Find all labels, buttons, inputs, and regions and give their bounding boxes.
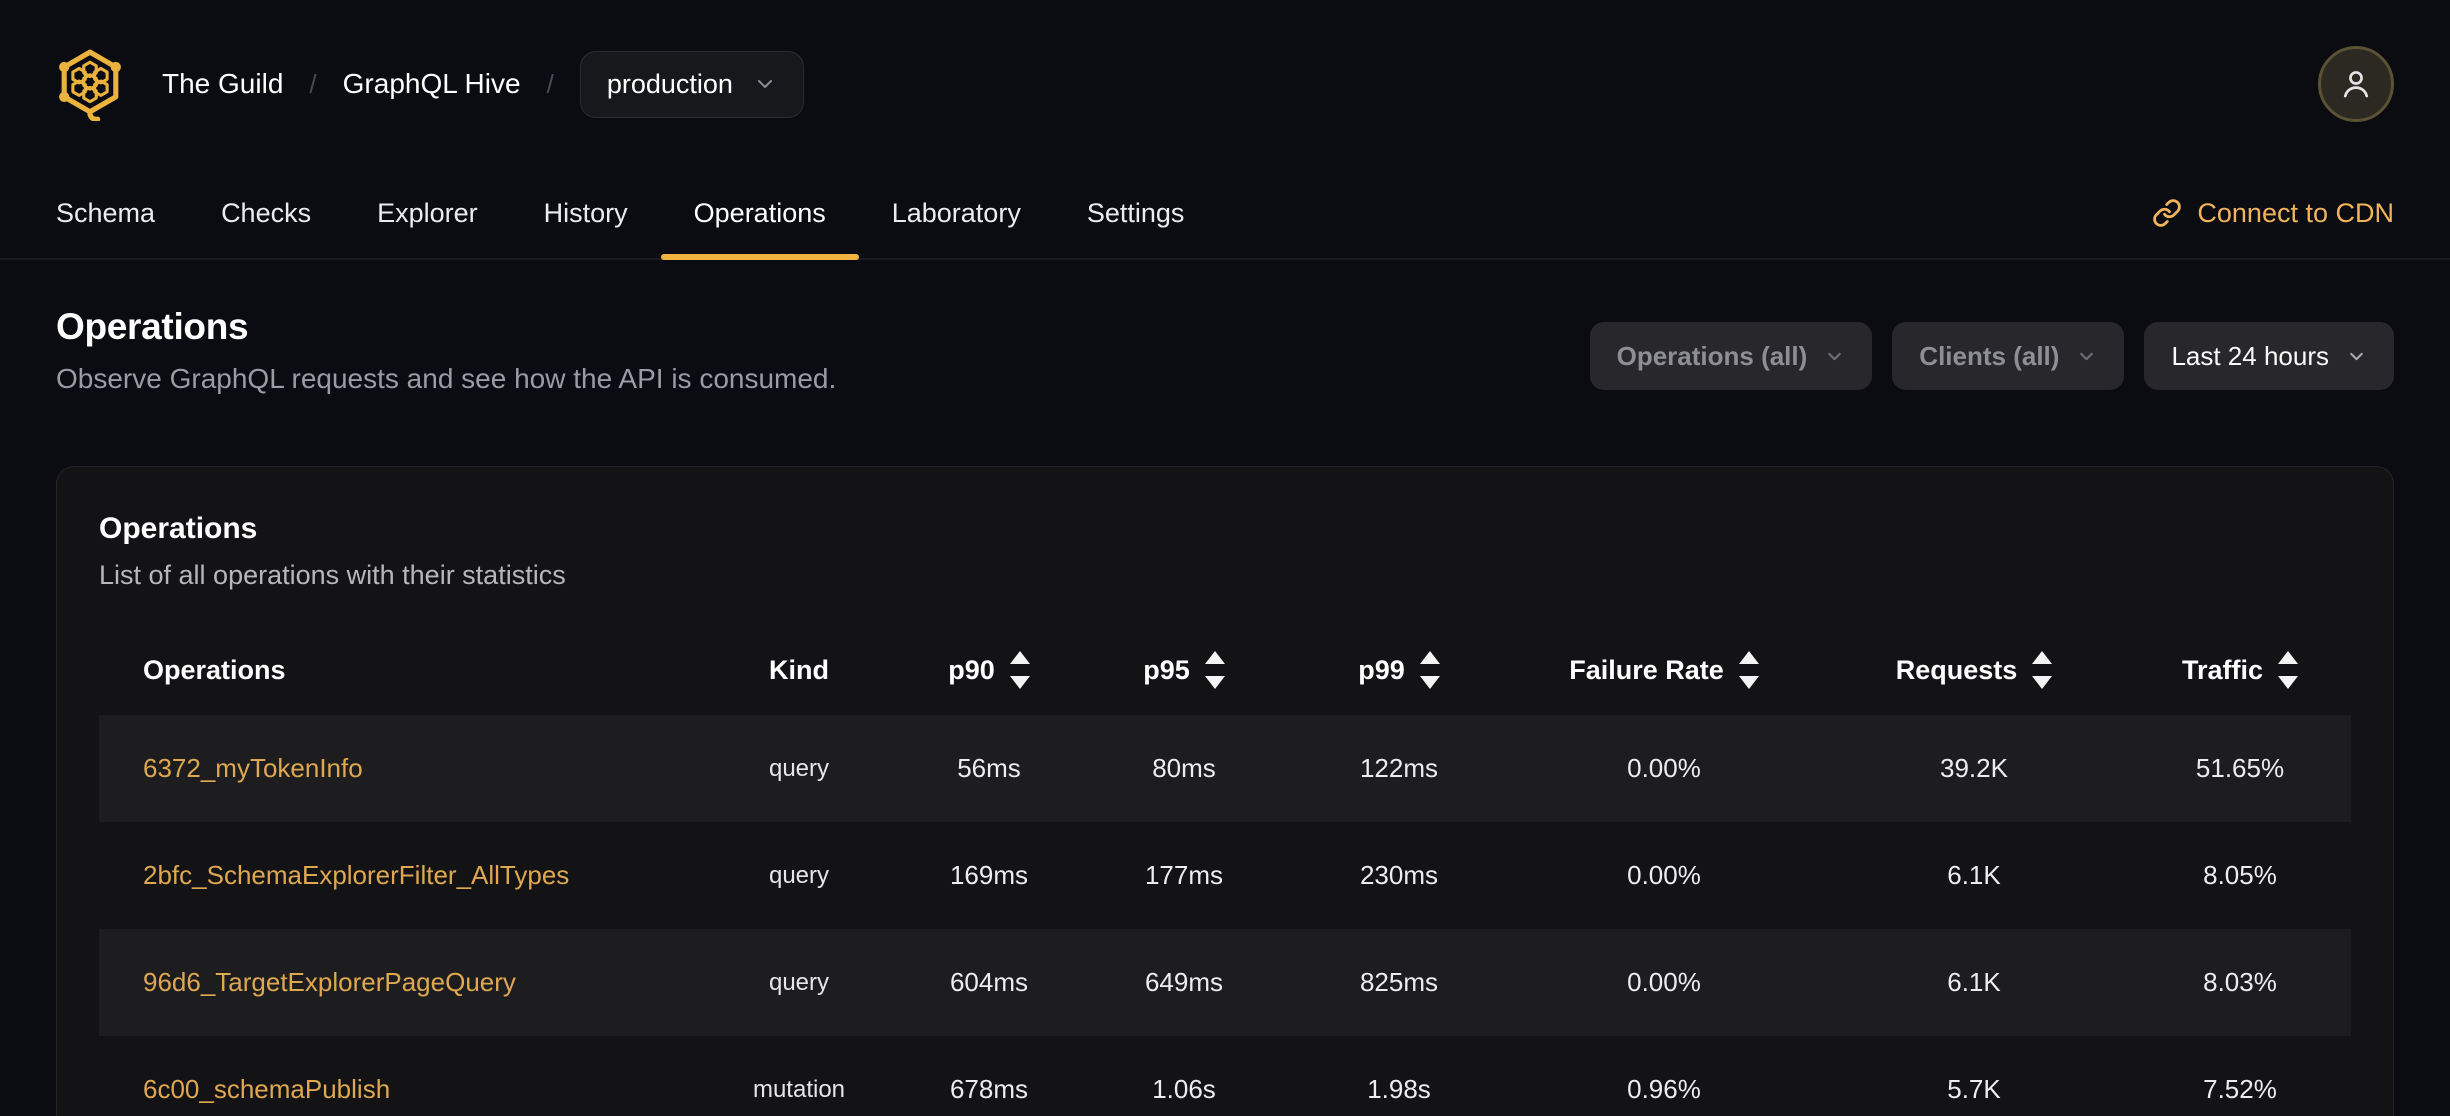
column-header-kind: Kind: [769, 654, 829, 685]
sort-arrows-icon[interactable]: [1738, 651, 1759, 689]
chevron-down-icon: [2076, 346, 2097, 367]
target-selector-value: production: [606, 68, 733, 99]
chevron-down-icon: [1824, 346, 1845, 367]
breadcrumb-separator: /: [546, 68, 554, 99]
date-range-label: Last 24 hours: [2171, 340, 2329, 371]
p95-cell: 649ms: [1144, 967, 1224, 997]
requests-cell: 6.1K: [1947, 967, 2001, 997]
failure-rate-cell: 0.00%: [1627, 967, 1701, 997]
kind-cell: query: [768, 861, 830, 889]
traffic-cell: 51.65%: [2195, 753, 2285, 783]
sort-arrows-icon[interactable]: [1009, 651, 1030, 689]
hive-logo-icon[interactable]: [56, 47, 124, 121]
table-header-row: Operations Kind p90 p95 p99 Failure Rate…: [99, 625, 2351, 715]
operations-card: Operations List of all operations with t…: [56, 466, 2394, 1116]
tab-operations[interactable]: Operations: [660, 168, 859, 260]
date-range-dropdown[interactable]: Last 24 hours: [2144, 322, 2394, 390]
kind-cell: query: [768, 754, 830, 782]
p95-cell: 177ms: [1144, 860, 1224, 890]
sort-arrows-icon[interactable]: [2278, 651, 2299, 689]
card-subtitle: List of all operations with their statis…: [99, 560, 566, 590]
link-icon: [2152, 198, 2182, 228]
requests-cell: 39.2K: [1940, 753, 2008, 783]
operation-link[interactable]: 96d6_TargetExplorerPageQuery: [143, 967, 516, 997]
clients-filter-label: Clients (all): [1919, 340, 2060, 371]
p90-cell: 678ms: [949, 1074, 1029, 1104]
kind-cell: mutation: [752, 1075, 846, 1103]
column-header-requests[interactable]: Requests: [1819, 625, 2129, 715]
column-header-p99[interactable]: p99: [1289, 625, 1509, 715]
column-header-operations: Operations: [143, 654, 286, 685]
tab-explorer[interactable]: Explorer: [344, 168, 511, 258]
table-row: 6372_myTokenInfo query 56ms 80ms 122ms 0…: [99, 715, 2351, 822]
column-header-traffic[interactable]: Traffic: [2129, 625, 2351, 715]
p90-cell: 604ms: [949, 967, 1029, 997]
page-subtitle: Observe GraphQL requests and see how the…: [56, 363, 837, 394]
operation-link[interactable]: 2bfc_SchemaExplorerFilter_AllTypes: [143, 860, 569, 890]
operations-table-body: 6372_myTokenInfo query 56ms 80ms 122ms 0…: [99, 715, 2351, 1116]
tab-laboratory[interactable]: Laboratory: [859, 168, 1054, 258]
sort-arrows-icon[interactable]: [1419, 651, 1440, 689]
table-row: 96d6_TargetExplorerPageQuery query 604ms…: [99, 929, 2351, 1036]
top-bar: The Guild / GraphQL Hive / production: [0, 0, 2450, 168]
failure-rate-cell: 0.96%: [1627, 1074, 1701, 1104]
filters-toolbar: Operations (all) Clients (all) Last 24 h…: [1589, 322, 2394, 390]
traffic-cell: 8.03%: [2203, 967, 2277, 997]
user-icon: [2337, 65, 2375, 103]
sort-arrows-icon[interactable]: [2032, 651, 2053, 689]
p95-cell: 1.06s: [1152, 1074, 1216, 1104]
breadcrumb: The Guild / GraphQL Hive / production: [162, 50, 804, 118]
tab-checks[interactable]: Checks: [188, 168, 344, 258]
sort-arrows-icon[interactable]: [1204, 651, 1225, 689]
page-heading-text: Operations Observe GraphQL requests and …: [56, 304, 836, 396]
p99-cell: 1.98s: [1367, 1074, 1431, 1104]
p95-cell: 80ms: [1152, 753, 1216, 783]
requests-cell: 6.1K: [1947, 860, 2001, 890]
requests-cell: 5.7K: [1947, 1074, 2001, 1104]
operations-table: Operations Kind p90 p95 p99 Failure Rate…: [99, 625, 2351, 1116]
table-row: 6c00_schemaPublish mutation 678ms 1.06s …: [99, 1036, 2351, 1116]
column-header-p95[interactable]: p95: [1079, 625, 1289, 715]
failure-rate-cell: 0.00%: [1627, 860, 1701, 890]
p99-cell: 825ms: [1359, 967, 1439, 997]
table-row: 2bfc_SchemaExplorerFilter_AllTypes query…: [99, 822, 2351, 929]
p90-cell: 56ms: [957, 753, 1021, 783]
target-selector-dropdown[interactable]: production: [579, 50, 804, 118]
breadcrumb-separator: /: [309, 68, 317, 99]
user-avatar-button[interactable]: [2318, 46, 2394, 122]
p99-cell: 122ms: [1359, 753, 1439, 783]
failure-rate-cell: 0.00%: [1627, 753, 1701, 783]
traffic-cell: 8.05%: [2203, 860, 2277, 890]
tab-history[interactable]: History: [511, 168, 661, 258]
breadcrumb-org[interactable]: The Guild: [162, 68, 283, 100]
operations-filter-label: Operations (all): [1616, 340, 1808, 371]
clients-filter-dropdown[interactable]: Clients (all): [1892, 322, 2125, 390]
column-header-failure-rate[interactable]: Failure Rate: [1509, 625, 1819, 715]
chevron-down-icon: [2346, 346, 2367, 367]
kind-cell: query: [768, 968, 830, 996]
operation-link[interactable]: 6372_myTokenInfo: [143, 753, 363, 783]
target-nav-tabs: Schema Checks Explorer History Operation…: [0, 168, 2450, 260]
page-title: Operations: [56, 306, 249, 347]
breadcrumb-project[interactable]: GraphQL Hive: [343, 68, 521, 100]
column-header-p90[interactable]: p90: [899, 625, 1079, 715]
connect-to-cdn-label: Connect to CDN: [2197, 197, 2394, 228]
p99-cell: 230ms: [1359, 860, 1439, 890]
traffic-cell: 7.52%: [2203, 1074, 2277, 1104]
operations-filter-dropdown[interactable]: Operations (all): [1589, 322, 1873, 390]
card-title: Operations: [99, 512, 258, 545]
tab-schema[interactable]: Schema: [23, 168, 188, 258]
connect-to-cdn-link[interactable]: Connect to CDN: [2152, 168, 2394, 258]
page-heading: Operations Observe GraphQL requests and …: [56, 304, 2394, 396]
chevron-down-icon: [753, 72, 777, 96]
operation-link[interactable]: 6c00_schemaPublish: [143, 1074, 390, 1104]
tab-settings[interactable]: Settings: [1054, 168, 1218, 258]
p90-cell: 169ms: [949, 860, 1029, 890]
